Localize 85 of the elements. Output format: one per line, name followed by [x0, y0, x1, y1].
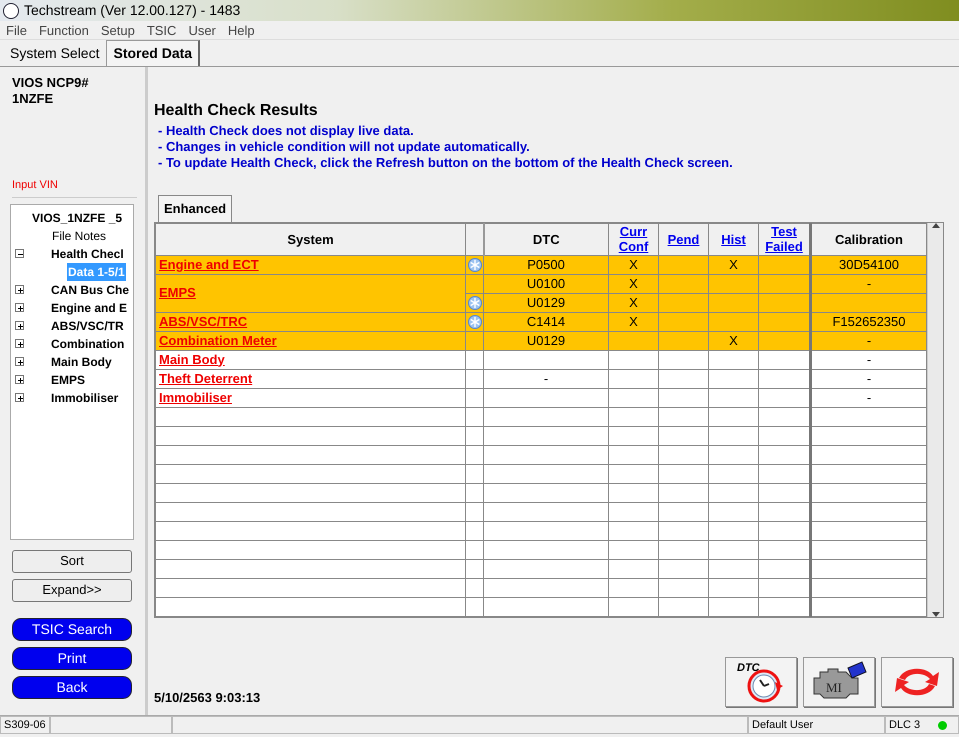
icon-label: DTC [737, 662, 760, 674]
tree-item[interactable]: Combination [50, 334, 126, 352]
table-cell: - [544, 370, 548, 386]
snowflake-icon[interactable] [468, 296, 482, 310]
column-header: System [156, 223, 466, 255]
menu-item[interactable]: Help [222, 21, 261, 39]
table-cell: 30D54100 [839, 256, 899, 272]
column-header: DTC [484, 223, 608, 255]
timestamp: 5/10/2563 9:03:13 [154, 688, 260, 706]
status-code: S309-06 [0, 716, 50, 734]
table-cell: X [729, 332, 738, 348]
refresh-button[interactable] [881, 657, 953, 707]
column-link[interactable]: Test Failed [758, 223, 810, 255]
tree-item[interactable]: CAN Bus Che [50, 280, 130, 298]
scrollbar[interactable] [927, 222, 943, 616]
table-cell: - [866, 276, 872, 290]
expand-button[interactable]: Expand>> [12, 578, 132, 602]
table-cell: - [866, 370, 872, 386]
action-button[interactable]: TSIC Search [12, 618, 132, 640]
action-button[interactable]: Print [12, 646, 132, 670]
expander-icon[interactable] [15, 285, 24, 294]
expander-icon[interactable] [15, 303, 24, 312]
table-cell: - [866, 390, 872, 404]
tree-item[interactable]: ABS/VSC/TR [50, 316, 125, 334]
section-heading: Health Check Results [154, 101, 319, 121]
menu-item[interactable]: TSIC [140, 21, 182, 39]
tree-item[interactable]: Health Checl [50, 244, 125, 262]
vin-link[interactable]: Input VIN [12, 177, 137, 198]
expander-icon[interactable] [15, 357, 24, 366]
menu-item[interactable]: Setup [94, 21, 141, 39]
table-cell: F152652350 [832, 314, 906, 328]
scroll-down-icon[interactable] [932, 612, 940, 616]
table-cell: P0500 [527, 256, 565, 272]
menu-item[interactable]: File [0, 21, 33, 39]
column-link[interactable]: Curr Conf [608, 223, 658, 255]
app-icon [3, 2, 19, 18]
expander-icon[interactable] [15, 249, 24, 258]
table-cell: - [866, 352, 872, 366]
system-link[interactable]: Main Body [159, 352, 225, 366]
vehicle-model: VIOS NCP9# [12, 75, 90, 91]
menu-item[interactable]: User [182, 21, 222, 39]
table-cell: - [866, 332, 872, 348]
system-link[interactable]: Immobiliser [159, 390, 232, 404]
table-cell: X [629, 276, 638, 290]
tree-item[interactable]: Immobiliser [50, 388, 120, 406]
status-dot [938, 720, 947, 730]
tree-item[interactable]: EMPS [50, 370, 86, 388]
column-link[interactable]: Hist [708, 223, 758, 255]
column-header: Calibration [810, 223, 926, 255]
scroll-up-icon[interactable] [932, 222, 940, 228]
icon-label: MI [826, 680, 842, 695]
tree-item[interactable]: VIOS_1NZFE _5 [31, 208, 124, 226]
tab[interactable]: Stored Data [106, 40, 200, 66]
sort-button[interactable]: Sort [12, 550, 132, 572]
tree-item[interactable]: File Notes [51, 226, 108, 244]
tab[interactable]: Enhanced [158, 195, 232, 222]
table-cell: U0129 [526, 294, 566, 310]
dtc-timer-button[interactable]: DTC [725, 657, 797, 707]
port-label: DLC 3 [889, 718, 920, 732]
note-text: - To update Health Check, click the Refresh button on the bottom of the Health Check screen. [157, 155, 734, 171]
table-cell: X [729, 256, 738, 272]
engine-code: 1NZFE [12, 91, 54, 107]
window-title: Techstream (Ver 12.00.127) - 1483 [24, 1, 240, 20]
table-cell: X [629, 314, 638, 328]
table-cell: X [629, 256, 638, 272]
table-cell: C1414 [526, 314, 566, 328]
tree-item[interactable]: Main Body [50, 352, 113, 370]
expander-icon[interactable] [15, 393, 24, 402]
user-name: Default User [748, 716, 885, 734]
table-cell: U0129 [526, 332, 566, 348]
table-cell: U0100 [526, 276, 566, 290]
snowflake-icon[interactable] [468, 315, 482, 330]
menu-item[interactable]: Function [32, 21, 95, 39]
snowflake-icon[interactable] [468, 258, 482, 272]
note-text: - Health Check does not display live data. [157, 123, 415, 139]
note-text: - Changes in vehicle condition will not update automatically. [157, 139, 531, 155]
tree-item[interactable]: Engine and E [50, 298, 128, 316]
expander-icon[interactable] [15, 375, 24, 384]
engine-check-button[interactable]: MI [803, 657, 875, 707]
expander-icon[interactable] [15, 339, 24, 348]
action-button[interactable]: Back [12, 676, 132, 698]
expander-icon[interactable] [15, 321, 24, 330]
column-link[interactable]: Pend [658, 223, 708, 255]
table-cell: X [629, 294, 638, 310]
tab[interactable]: System Select [3, 40, 106, 66]
